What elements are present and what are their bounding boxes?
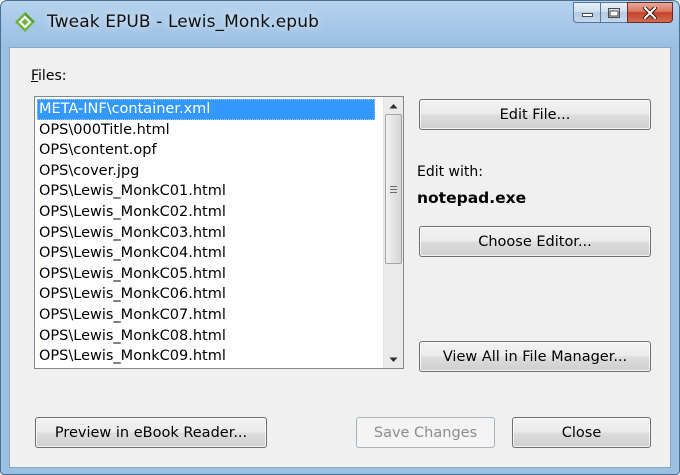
- list-item[interactable]: OPS\Lewis_MonkC08.html: [37, 326, 375, 347]
- list-item[interactable]: OPS\000Title.html: [37, 120, 375, 141]
- files-label-accelerator: F: [31, 68, 39, 84]
- maximize-button[interactable]: [600, 2, 627, 23]
- thumb-grip-icon: [390, 185, 397, 193]
- scroll-up-button[interactable]: [384, 97, 403, 114]
- scroll-up-arrow-icon: [389, 103, 398, 108]
- files-label-text: iles:: [38, 68, 67, 84]
- list-item[interactable]: OPS\Lewis_MonkC06.html: [37, 284, 375, 305]
- minimize-button[interactable]: [573, 2, 600, 23]
- list-item[interactable]: OPS\Lewis_MonkC09.html: [37, 346, 375, 367]
- scrollbar-thumb[interactable]: [385, 114, 402, 264]
- edit-file-button[interactable]: Edit File...: [419, 99, 651, 130]
- list-item[interactable]: OPS\Lewis_MonkC05.html: [37, 264, 375, 285]
- scroll-down-button[interactable]: [384, 351, 403, 368]
- files-listbox[interactable]: META-INF\container.xml OPS\000Title.html O…: [34, 96, 404, 369]
- tweak-epub-window: Tweak EPUB - Lewis_Monk.epub Files: META…: [0, 0, 680, 475]
- view-all-in-file-manager-button[interactable]: View All in File Manager...: [419, 341, 651, 372]
- list-item[interactable]: OPS\Lewis_MonkC02.html: [37, 202, 375, 223]
- list-item[interactable]: OPS\Lewis_MonkC03.html: [37, 223, 375, 244]
- save-changes-button: Save Changes: [356, 417, 495, 448]
- close-window-button[interactable]: [627, 2, 673, 23]
- maximize-icon: [608, 7, 620, 18]
- minimize-icon: [581, 12, 593, 17]
- list-item[interactable]: OPS\Lewis_MonkC01.html: [37, 181, 375, 202]
- preview-in-ebook-reader-button[interactable]: Preview in eBook Reader...: [35, 417, 267, 448]
- edit-with-label: Edit with:: [417, 164, 483, 180]
- list-item[interactable]: OPS\content.opf: [37, 140, 375, 161]
- list-item[interactable]: OPS\Lewis_MonkC07.html: [37, 305, 375, 326]
- epub-app-icon: [15, 12, 35, 32]
- caption-buttons: [573, 2, 673, 24]
- list-item[interactable]: OPS\Lewis_MonkC04.html: [37, 243, 375, 264]
- file-list: META-INF\container.xml OPS\000Title.html O…: [37, 99, 375, 367]
- editor-name: notepad.exe: [417, 189, 527, 207]
- choose-editor-button[interactable]: Choose Editor...: [419, 226, 651, 257]
- title-bar[interactable]: Tweak EPUB - Lewis_Monk.epub: [1, 1, 679, 47]
- list-item[interactable]: OPS\cover.jpg: [37, 161, 375, 182]
- window-title: Tweak EPUB - Lewis_Monk.epub: [47, 12, 319, 32]
- close-button[interactable]: Close: [512, 417, 651, 448]
- scroll-down-arrow-icon: [389, 357, 398, 362]
- vertical-scrollbar[interactable]: [383, 97, 403, 368]
- files-label: Files:: [31, 68, 66, 84]
- list-item-selected[interactable]: META-INF\container.xml: [37, 99, 375, 120]
- dialog-content: Files: META-INF\container.xml OPS\000Titl…: [9, 47, 671, 468]
- close-icon: [643, 6, 657, 19]
